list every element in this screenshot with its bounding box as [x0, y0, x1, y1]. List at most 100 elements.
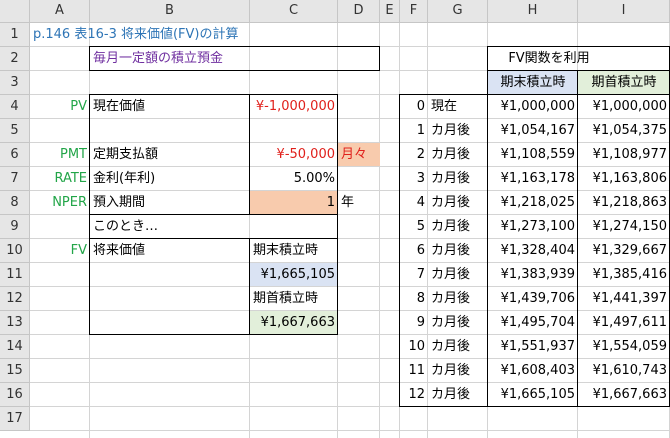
fv-table-begin-value[interactable]: ¥1,610,743	[578, 359, 670, 383]
fv-table-end-header[interactable]: 期末積立時	[488, 71, 578, 95]
row-header-11[interactable]: 11	[0, 263, 30, 287]
row-header-4[interactable]: 4	[0, 95, 30, 119]
fv-table-begin-value[interactable]: ¥1,218,863	[578, 191, 670, 215]
fv-table-end-value[interactable]: ¥1,551,937	[488, 335, 578, 359]
nper-label[interactable]: NPER	[30, 191, 90, 215]
rate-value[interactable]: 5.00%	[250, 167, 338, 191]
fv-table-end-value[interactable]: ¥1,054,167	[488, 119, 578, 143]
rate-label[interactable]: RATE	[30, 167, 90, 191]
fv-table-begin-value[interactable]: ¥1,163,806	[578, 167, 670, 191]
fv-table-begin-header[interactable]: 期首積立時	[578, 71, 670, 95]
fv-table-end-value[interactable]: ¥1,108,559	[488, 143, 578, 167]
fv-name[interactable]: 将来価値	[90, 239, 250, 263]
fv-table-month-label[interactable]: カ月後	[428, 215, 488, 239]
fv-table-begin-value[interactable]: ¥1,108,977	[578, 143, 670, 167]
fv-table-month-label[interactable]: 現在	[428, 95, 488, 119]
fv-table-end-value[interactable]: ¥1,665,105	[488, 383, 578, 407]
row-header-10[interactable]: 10	[0, 239, 30, 263]
fv-table-month-label[interactable]: カ月後	[428, 143, 488, 167]
row-header-9[interactable]: 9	[0, 215, 30, 239]
column-header-c[interactable]: C	[250, 0, 338, 23]
fv-table-end-value[interactable]: ¥1,495,704	[488, 311, 578, 335]
fv-table-begin-value[interactable]: ¥1,385,416	[578, 263, 670, 287]
fv-table-begin-value[interactable]: ¥1,000,000	[578, 95, 670, 119]
row-header-7[interactable]: 7	[0, 167, 30, 191]
fv-table-month-number[interactable]: 7	[400, 263, 428, 287]
fv-table-end-value[interactable]: ¥1,273,100	[488, 215, 578, 239]
column-header-b[interactable]: B	[90, 0, 250, 23]
pmt-name[interactable]: 定期支払額	[90, 143, 250, 167]
fv-table-begin-value[interactable]: ¥1,329,667	[578, 239, 670, 263]
fv-table-month-label[interactable]: カ月後	[428, 287, 488, 311]
pmt-label[interactable]: PMT	[30, 143, 90, 167]
fv-table-end-value[interactable]: ¥1,218,025	[488, 191, 578, 215]
fv-table-month-label[interactable]: カ月後	[428, 335, 488, 359]
nper-name[interactable]: 預入期間	[90, 191, 250, 215]
fv-table-month-label[interactable]: カ月後	[428, 311, 488, 335]
fv-end-value[interactable]: ¥1,665,105	[250, 263, 338, 287]
note-cell[interactable]: このとき…	[90, 215, 250, 239]
fv-table-month-number[interactable]: 11	[400, 359, 428, 383]
fv-table-month-label[interactable]: カ月後	[428, 359, 488, 383]
column-header-i[interactable]: I	[578, 0, 670, 23]
fv-table-month-number[interactable]: 5	[400, 215, 428, 239]
row-header-6[interactable]: 6	[0, 143, 30, 167]
row-header-15[interactable]: 15	[0, 359, 30, 383]
fv-table-month-number[interactable]: 0	[400, 95, 428, 119]
column-header-f[interactable]: F	[400, 0, 428, 23]
fv-end-label[interactable]: 期末積立時	[250, 239, 338, 263]
fv-table-month-number[interactable]: 4	[400, 191, 428, 215]
fv-table-month-label[interactable]: カ月後	[428, 167, 488, 191]
row-header-5[interactable]: 5	[0, 119, 30, 143]
fv-begin-value[interactable]: ¥1,667,663	[250, 311, 338, 335]
fv-table-title[interactable]: FV関数を利用	[428, 47, 670, 71]
nper-value[interactable]: 1	[250, 191, 338, 215]
row-header-8[interactable]: 8	[0, 191, 30, 215]
fv-table-begin-value[interactable]: ¥1,054,375	[578, 119, 670, 143]
fv-table-month-number[interactable]: 10	[400, 335, 428, 359]
row-header-12[interactable]: 12	[0, 287, 30, 311]
fv-table-month-number[interactable]: 8	[400, 287, 428, 311]
fv-table-month-number[interactable]: 3	[400, 167, 428, 191]
column-header-g[interactable]: G	[428, 0, 488, 23]
pmt-value[interactable]: ¥-50,000	[250, 143, 338, 167]
fv-table-month-label[interactable]: カ月後	[428, 239, 488, 263]
pmt-unit[interactable]: 月々	[338, 143, 380, 167]
pv-name[interactable]: 現在価値	[90, 95, 250, 119]
row-header-14[interactable]: 14	[0, 335, 30, 359]
fv-table-end-value[interactable]: ¥1,000,000	[488, 95, 578, 119]
sheet-title[interactable]: p.146 表16-3 将来価値(FV)の計算	[30, 23, 380, 47]
row-header-2[interactable]: 2	[0, 47, 30, 71]
row-header-1[interactable]: 1	[0, 23, 30, 47]
column-header-h[interactable]: H	[488, 0, 578, 23]
column-header-e[interactable]: E	[380, 0, 400, 23]
fv-table-month-label[interactable]: カ月後	[428, 383, 488, 407]
nper-unit[interactable]: 年	[338, 191, 380, 215]
fv-table-end-value[interactable]: ¥1,383,939	[488, 263, 578, 287]
fv-table-begin-value[interactable]: ¥1,497,611	[578, 311, 670, 335]
rate-name[interactable]: 金利(年利)	[90, 167, 250, 191]
subtitle-cell[interactable]: 毎月一定額の積立預金	[90, 47, 338, 71]
row-header-3[interactable]: 3	[0, 71, 30, 95]
fv-table-end-value[interactable]: ¥1,608,403	[488, 359, 578, 383]
pv-label[interactable]: PV	[30, 95, 90, 119]
fv-table-month-label[interactable]: カ月後	[428, 119, 488, 143]
column-header-d[interactable]: D	[338, 0, 380, 23]
fv-table-month-number[interactable]: 6	[400, 239, 428, 263]
fv-label[interactable]: FV	[30, 239, 90, 263]
fv-table-month-label[interactable]: カ月後	[428, 191, 488, 215]
select-all-corner[interactable]	[0, 0, 30, 23]
fv-table-begin-value[interactable]: ¥1,274,150	[578, 215, 670, 239]
fv-table-begin-value[interactable]: ¥1,554,059	[578, 335, 670, 359]
row-header-17[interactable]: 17	[0, 407, 30, 431]
fv-table-end-value[interactable]: ¥1,163,178	[488, 167, 578, 191]
fv-table-end-value[interactable]: ¥1,328,404	[488, 239, 578, 263]
column-header-a[interactable]: A	[30, 0, 90, 23]
fv-table-month-label[interactable]: カ月後	[428, 263, 488, 287]
fv-table-month-number[interactable]: 2	[400, 143, 428, 167]
row-header-16[interactable]: 16	[0, 383, 30, 407]
pv-value[interactable]: ¥-1,000,000	[250, 95, 338, 119]
fv-table-month-number[interactable]: 9	[400, 311, 428, 335]
fv-table-begin-value[interactable]: ¥1,441,397	[578, 287, 670, 311]
fv-table-month-number[interactable]: 12	[400, 383, 428, 407]
